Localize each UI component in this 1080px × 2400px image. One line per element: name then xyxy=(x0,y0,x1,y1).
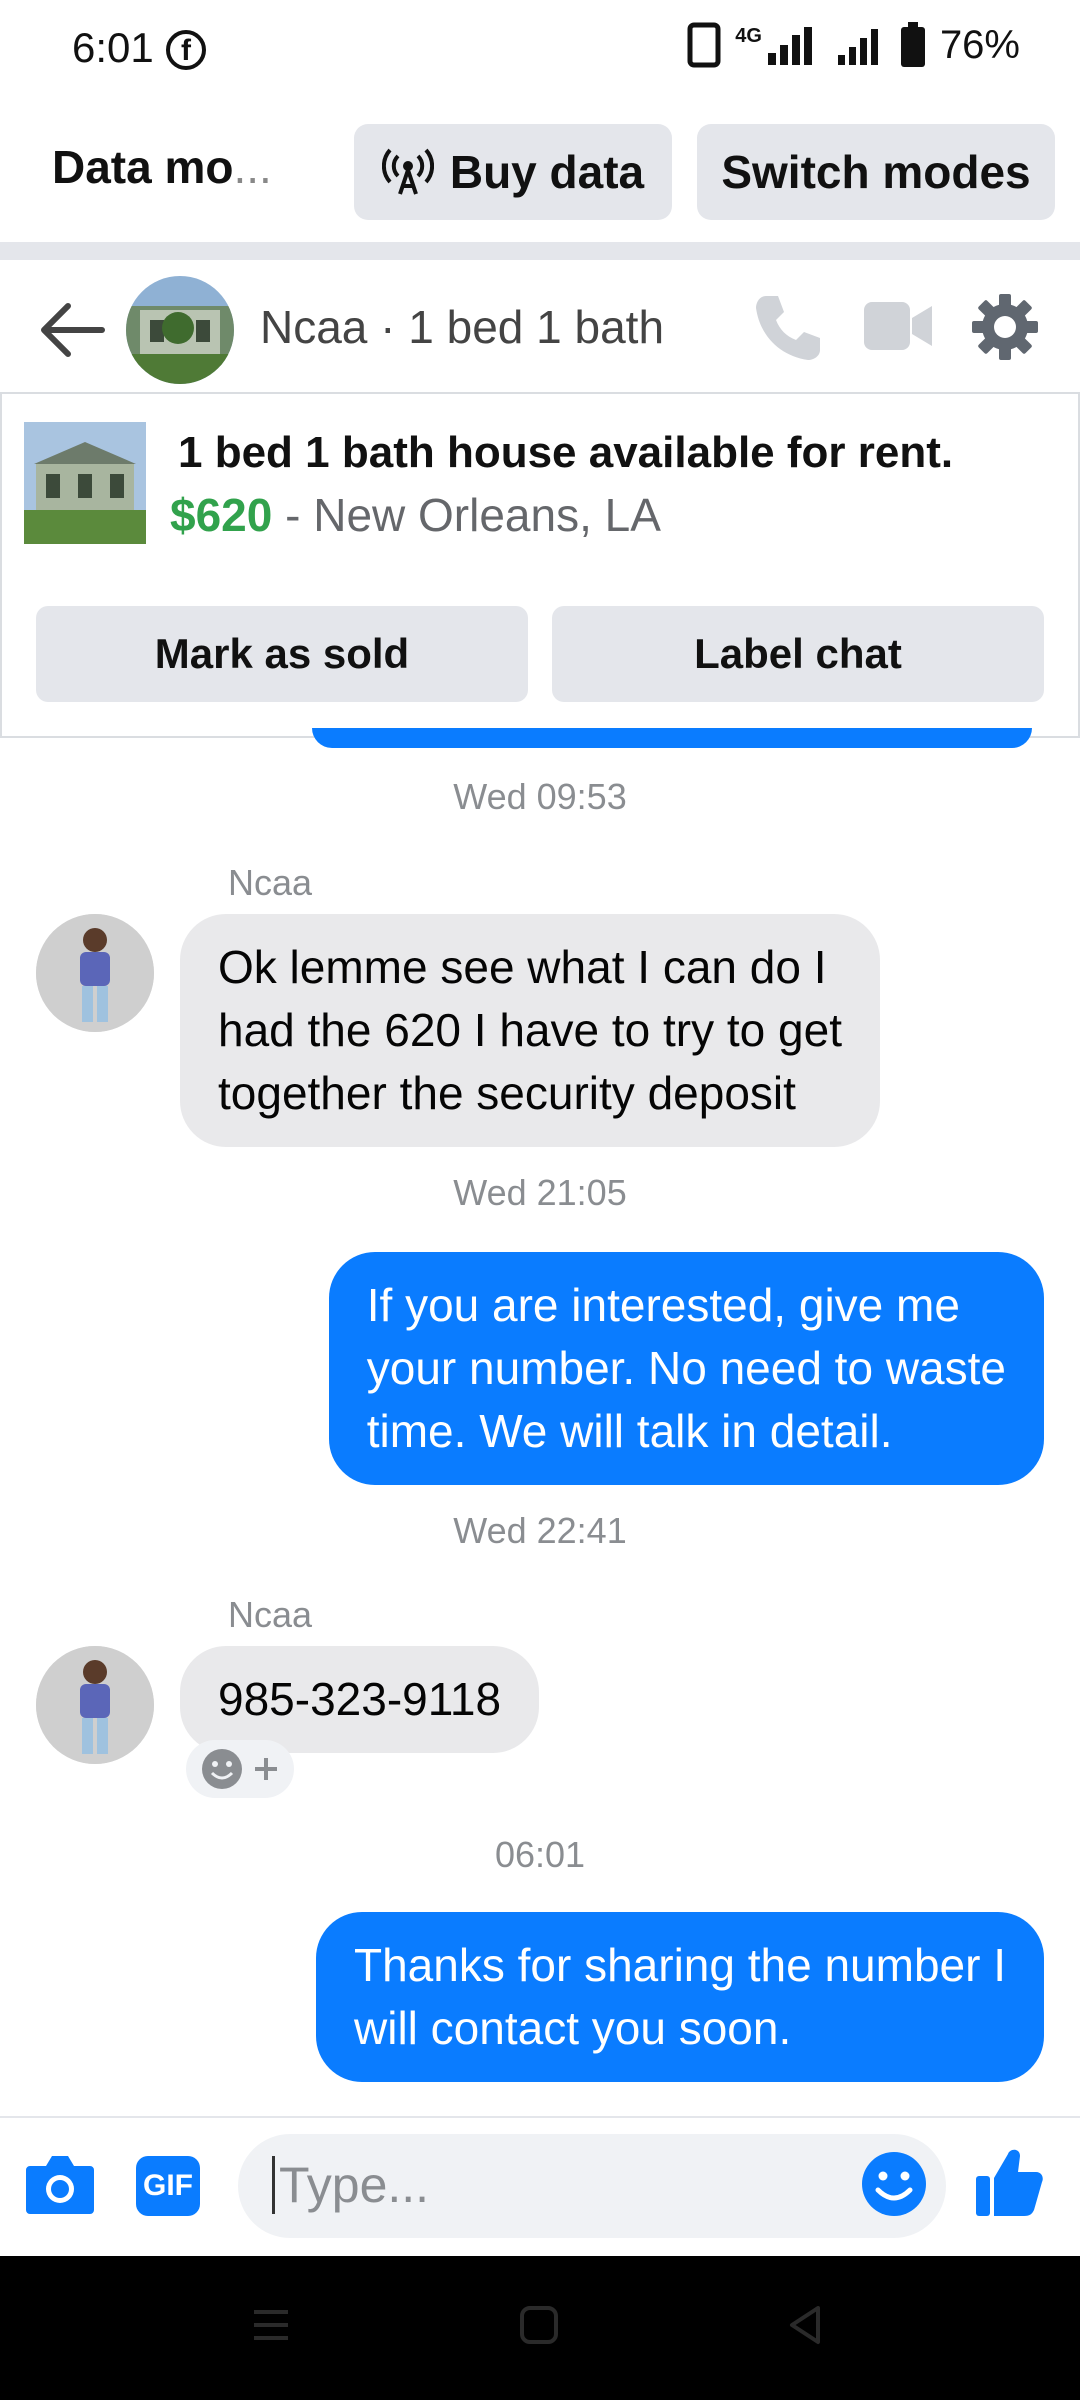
message-line: Ok lemme see what I can do I xyxy=(218,941,827,993)
message-line: Thanks for sharing the number I xyxy=(354,1939,1006,1991)
facebook-icon: f xyxy=(166,30,206,70)
gear-icon[interactable] xyxy=(970,292,1040,362)
gif-label: GIF xyxy=(143,2169,193,2202)
message-line: time. We will talk in detail. xyxy=(366,1405,893,1457)
network-type: 4G xyxy=(735,24,762,47)
buy-data-label: Buy data xyxy=(449,146,645,198)
timestamp: Wed 21:05 xyxy=(453,1172,627,1213)
battery-percent: 76% xyxy=(939,22,1020,67)
sender-name: Ncaa xyxy=(228,862,313,903)
sender-avatar[interactable] xyxy=(36,914,154,1032)
phone-device-icon xyxy=(687,22,721,68)
emoji-icon xyxy=(202,1749,242,1789)
plus-icon xyxy=(255,1758,277,1780)
incoming-message[interactable]: 985-323-9118 xyxy=(180,1646,540,1753)
add-reaction-button[interactable] xyxy=(186,1740,294,1798)
switch-modes-label: Switch modes xyxy=(721,146,1031,198)
nav-home-icon[interactable] xyxy=(518,2304,560,2346)
chat-title[interactable]: Ncaa · 1 bed 1 bath xyxy=(260,300,664,354)
outgoing-message[interactable]: Thanks for sharing the number I will con… xyxy=(316,1912,1044,2082)
timestamp: 06:01 xyxy=(494,1834,586,1875)
sender-avatar[interactable] xyxy=(36,1646,154,1764)
person-photo-icon xyxy=(36,1646,154,1764)
video-icon[interactable] xyxy=(862,298,934,354)
listing-photo-icon xyxy=(24,422,146,544)
message-line: 985-323-9118 xyxy=(218,1673,502,1725)
nav-menu-icon[interactable] xyxy=(250,2304,292,2346)
label-chat-label: Label chat xyxy=(694,630,902,677)
incoming-message[interactable]: Ok lemme see what I can do I had the 620… xyxy=(180,914,880,1147)
listing-price: $620 xyxy=(170,489,273,541)
previous-message-edge xyxy=(312,728,1032,748)
house-photo-icon xyxy=(126,276,234,384)
mark-as-sold-label: Mark as sold xyxy=(154,630,410,677)
camera-icon[interactable] xyxy=(24,2152,96,2216)
conversation-avatar[interactable] xyxy=(126,276,234,384)
back-arrow-icon[interactable] xyxy=(38,300,106,360)
status-bar: 6:01 f 4G 76% xyxy=(0,0,1080,100)
timestamp: Wed 09:53 xyxy=(453,776,627,817)
signal-icon-2 xyxy=(837,29,878,65)
label-chat-button[interactable]: Label chat xyxy=(552,606,1044,702)
message-line: had the 620 I have to try to get xyxy=(218,1004,842,1056)
message-line: If you are interested, give me xyxy=(366,1279,960,1331)
person-photo-icon xyxy=(36,914,154,1032)
outgoing-message[interactable]: If you are interested, give me your numb… xyxy=(328,1252,1044,1485)
signal-icon xyxy=(767,27,812,65)
emoji-icon[interactable] xyxy=(860,2150,928,2218)
message-line: will contact you soon. xyxy=(354,2002,792,2054)
message-line: together the security deposit xyxy=(218,1067,796,1119)
broadcast-icon xyxy=(381,148,434,195)
mark-as-sold-button[interactable]: Mark as sold xyxy=(36,606,528,702)
gif-button[interactable]: GIF xyxy=(136,2156,200,2216)
sender-name: Ncaa xyxy=(228,1594,313,1635)
listing-title: 1 bed 1 bath house available for rent. xyxy=(178,428,954,477)
buy-data-button[interactable]: Buy data xyxy=(354,124,672,220)
battery-icon xyxy=(900,22,925,67)
listing-location: - New Orleans, LA xyxy=(285,489,661,541)
listing-subtitle: $620 - New Orleans, LA xyxy=(170,488,661,542)
phone-icon[interactable] xyxy=(752,290,826,364)
message-line: your number. No need to waste xyxy=(366,1342,1006,1394)
thumbs-up-icon[interactable] xyxy=(974,2146,1044,2218)
data-mode-label: Data mo... xyxy=(52,141,272,193)
listing-thumbnail[interactable] xyxy=(24,422,146,544)
status-time: 6:01 xyxy=(72,24,154,71)
divider xyxy=(0,242,1080,260)
message-input-placeholder: Type... xyxy=(272,2156,429,2214)
system-nav-bar xyxy=(0,2256,1080,2400)
nav-back-icon[interactable] xyxy=(784,2304,826,2346)
switch-modes-button[interactable]: Switch modes xyxy=(697,124,1055,220)
status-indicators: 4G 76% xyxy=(687,22,1020,68)
timestamp: Wed 22:41 xyxy=(453,1510,627,1551)
